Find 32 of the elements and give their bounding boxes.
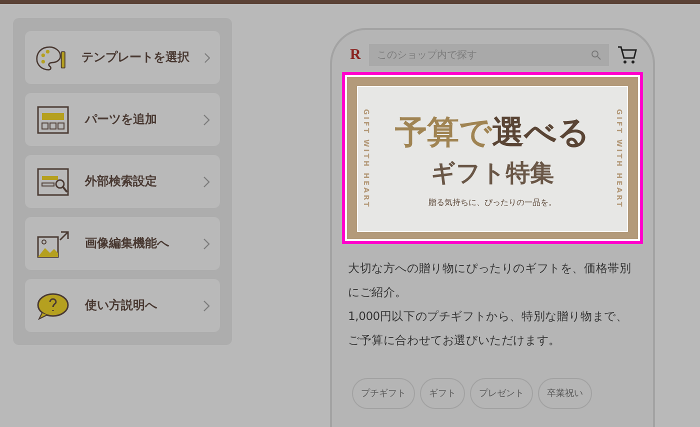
- help-icon: [35, 290, 71, 320]
- banner-subtitle: ギフト特集: [431, 156, 554, 188]
- image-icon: [35, 228, 71, 258]
- banner-title: 選べる: [492, 112, 590, 152]
- chevron-icon: [203, 114, 210, 126]
- menu-label: パーツを追加: [85, 111, 158, 128]
- menu-item[interactable]: 画像編集機能へ: [25, 217, 220, 270]
- tag-chip[interactable]: 卒業祝い: [538, 378, 592, 409]
- menu-item[interactable]: 外部検索設定: [25, 155, 220, 208]
- banner-title: 予算で: [395, 112, 492, 152]
- menu-label: 画像編集機能へ: [85, 235, 170, 252]
- chevron-icon: [203, 238, 210, 250]
- chevron-icon: [204, 52, 210, 64]
- cart-icon[interactable]: [617, 46, 637, 64]
- description-text: 1,000円以下のプチギフトから、特別な贈り物まで、ご予算に合わせてお選びいただけます。: [348, 308, 629, 349]
- menu-label: テンプレートを選択: [82, 49, 190, 66]
- search-icon: [591, 50, 601, 60]
- menu-item[interactable]: テンプレートを選択: [25, 31, 220, 84]
- tag-chip[interactable]: ギフト: [420, 378, 465, 409]
- menu-label: 外部検索設定: [85, 173, 158, 190]
- menu-item[interactable]: 使い方説明へ: [25, 279, 220, 332]
- menu-item[interactable]: パーツを追加: [25, 93, 220, 146]
- layout-icon: [35, 104, 71, 134]
- search-icon: [35, 166, 71, 196]
- chevron-icon: [203, 176, 210, 188]
- menu-label: 使い方説明へ: [85, 297, 158, 314]
- tag-chip[interactable]: プチギフト: [352, 378, 415, 409]
- banner-tagline: 贈る気持ちに、ぴったりの一品を。: [428, 196, 556, 208]
- chevron-icon: [203, 300, 210, 312]
- shop-logo[interactable]: R: [350, 46, 361, 64]
- description-text: 大切な方への贈り物にぴったりのギフトを、価格帯別にご紹介。: [348, 260, 632, 301]
- tag-chip[interactable]: プレゼント: [470, 378, 533, 409]
